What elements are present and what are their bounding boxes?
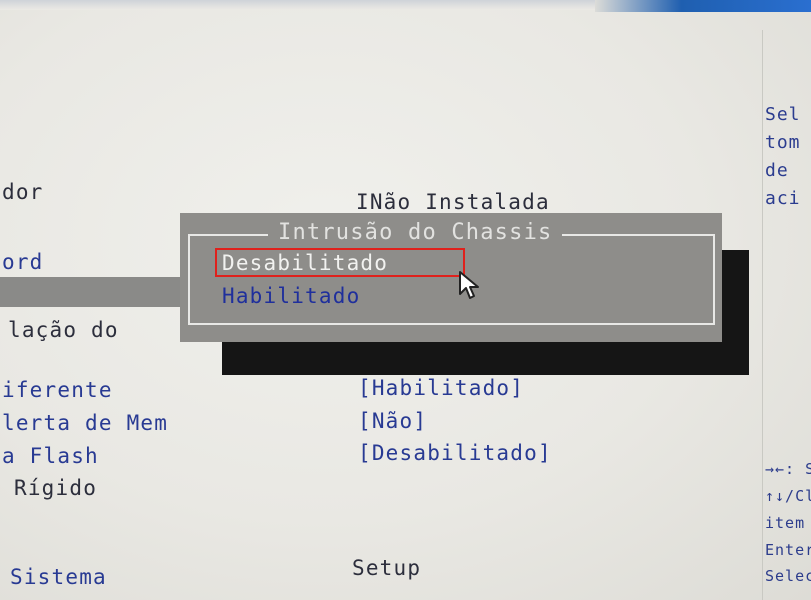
nav-help-line-2: ↑↓/Cl xyxy=(765,487,811,505)
chassis-value[interactable]: INão Instalada xyxy=(356,190,550,214)
menu-item-rigido[interactable]: Rígido xyxy=(14,476,97,500)
menu-item-a-flash[interactable]: a Flash xyxy=(2,444,99,468)
menu-item-iferente[interactable]: iferente xyxy=(2,378,113,402)
menu-item-ord[interactable]: ord xyxy=(2,250,44,274)
help-line-2: tom xyxy=(765,132,801,153)
menu-item-sistema[interactable]: Sistema xyxy=(10,565,107,589)
help-panel-divider xyxy=(762,30,763,600)
value-desabilitado[interactable]: [Desabilitado] xyxy=(358,441,552,465)
menu-item-lerta-de-mem[interactable]: lerta de Mem xyxy=(2,411,168,435)
popup-title: Intrusão do Chassis xyxy=(268,220,563,246)
nav-help-line-1: →←: S xyxy=(765,460,811,478)
bios-screen: dor ord lação do iferente lerta de Mem a… xyxy=(0,0,811,600)
help-line-3: de xyxy=(765,160,789,181)
selected-row-bar xyxy=(0,277,182,307)
value-setup: Setup xyxy=(352,556,422,580)
value-habilitado[interactable]: [Habilitado] xyxy=(358,376,524,400)
help-line-1: Sel xyxy=(765,104,801,125)
mouse-pointer-icon xyxy=(459,271,479,299)
value-nao[interactable]: [Não] xyxy=(358,409,427,433)
selection-highlight-box xyxy=(215,248,465,277)
help-line-4: aci xyxy=(765,188,801,209)
nav-help-line-4: Enter/ xyxy=(765,541,811,559)
menu-item-dor[interactable]: dor xyxy=(2,180,44,204)
nav-help-line-3: item xyxy=(765,514,806,532)
option-habilitado[interactable]: Habilitado xyxy=(222,284,360,308)
menu-item-lacao-do[interactable]: lação do xyxy=(8,318,119,342)
nav-help-line-5: Seleci xyxy=(765,567,811,585)
top-bar-accent xyxy=(595,0,811,12)
